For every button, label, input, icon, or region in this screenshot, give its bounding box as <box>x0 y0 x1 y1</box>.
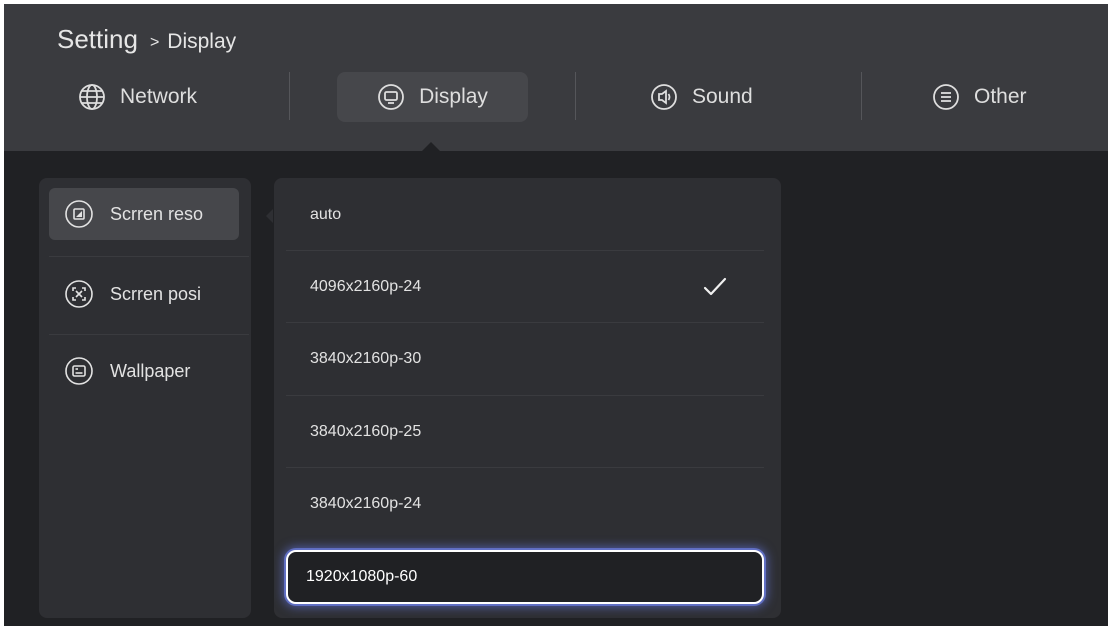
sidebar-item-label: Scrren reso <box>110 203 204 224</box>
breadcrumb-root: Setting <box>57 24 138 54</box>
option-divider <box>286 250 764 251</box>
checkmark-icon <box>702 275 728 299</box>
tab-network-label: Network <box>120 85 198 108</box>
option-label: 4096x2160p-24 <box>310 278 422 295</box>
sidebar-active-arrow <box>266 209 273 223</box>
breadcrumb: Setting > Display <box>57 24 236 55</box>
sidebar-item-wallpaper[interactable]: Wallpaper <box>49 345 239 397</box>
speaker-icon <box>650 83 678 111</box>
menu-icon <box>932 83 960 111</box>
sidebar-item-label: Wallpaper <box>110 360 191 381</box>
tab-divider <box>575 72 576 120</box>
globe-icon <box>78 83 106 111</box>
position-icon <box>64 279 94 309</box>
tab-display[interactable]: Display <box>337 72 528 122</box>
resolution-icon <box>64 199 94 229</box>
tab-divider <box>289 72 290 120</box>
resolution-option[interactable]: 3840x2160p-25 <box>286 406 764 458</box>
sidebar: Scrren reso Scrren posi Wallpaper <box>39 178 251 618</box>
sidebar-item-screen-position[interactable]: Scrren posi <box>49 268 239 320</box>
resolution-option[interactable]: 3840x2160p-24 <box>286 478 764 530</box>
tab-sound[interactable]: Sound <box>650 72 753 122</box>
option-label: auto <box>310 206 342 223</box>
monitor-icon <box>377 83 405 111</box>
tab-other-label: Other <box>974 85 1027 108</box>
resolution-options-panel: auto 4096x2160p-24 3840x2160p-30 3840x21… <box>274 178 781 618</box>
sidebar-item-screen-resolution[interactable]: Scrren reso <box>49 188 239 240</box>
breadcrumb-current: Display <box>167 30 237 53</box>
settings-window: Setting > Display Network Display Sound … <box>4 4 1108 626</box>
option-label: 3840x2160p-25 <box>310 423 422 440</box>
option-divider <box>286 467 764 468</box>
resolution-option-selected[interactable]: 4096x2160p-24 <box>286 261 764 313</box>
breadcrumb-separator: > <box>149 34 160 51</box>
top-bar: Setting > Display Network Display Sound … <box>4 4 1108 151</box>
tab-network[interactable]: Network <box>78 72 197 122</box>
resolution-option-focused[interactable]: 1920x1080p-60 <box>286 550 764 604</box>
tab-display-label: Display <box>419 85 488 108</box>
sidebar-divider <box>49 256 249 257</box>
option-label: 3840x2160p-30 <box>310 350 422 367</box>
wallpaper-icon <box>64 356 94 386</box>
option-label: 3840x2160p-24 <box>310 495 422 512</box>
tab-sound-label: Sound <box>692 85 753 108</box>
option-divider <box>286 395 764 396</box>
tab-divider <box>861 72 862 120</box>
sidebar-divider <box>49 334 249 335</box>
tab-other[interactable]: Other <box>932 72 1027 122</box>
option-label: 1920x1080p-60 <box>306 568 418 585</box>
resolution-option[interactable]: 3840x2160p-30 <box>286 333 764 385</box>
active-tab-pointer <box>422 142 440 151</box>
resolution-option[interactable]: auto <box>286 189 764 241</box>
sidebar-item-label: Scrren posi <box>110 283 202 304</box>
option-divider <box>286 322 764 323</box>
